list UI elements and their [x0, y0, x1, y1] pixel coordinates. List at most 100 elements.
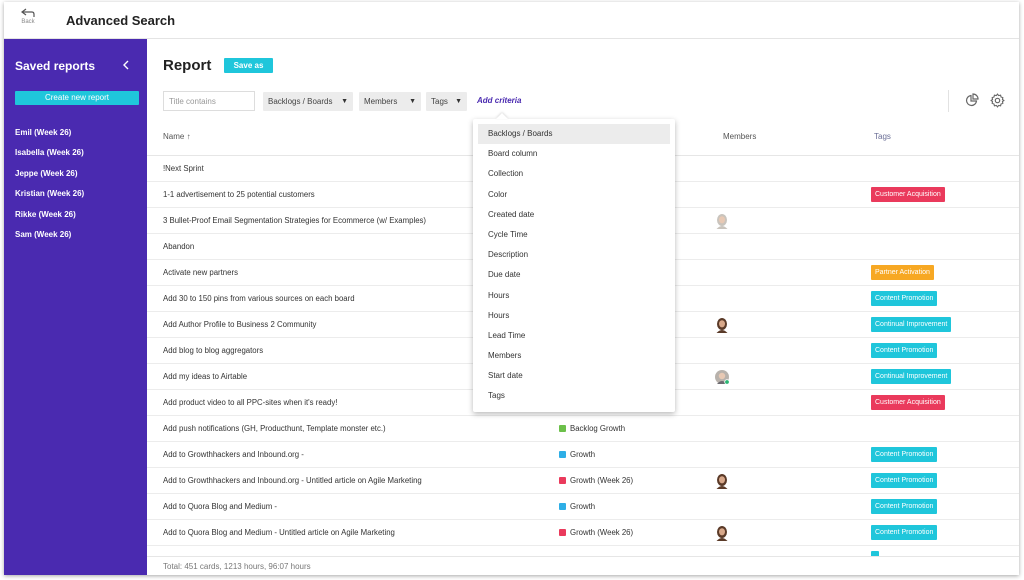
- card-name[interactable]: Add to Growthhackers and Inbound.org - U…: [163, 476, 422, 485]
- criteria-menu-item[interactable]: Collection: [478, 164, 670, 184]
- avatar-icon: [715, 370, 730, 385]
- saved-report-item[interactable]: Emil (Week 26): [15, 128, 84, 148]
- card-name[interactable]: Add to Quora Blog and Medium - Untitled …: [163, 528, 395, 537]
- tags-label: Tags: [431, 97, 448, 106]
- criteria-menu-item[interactable]: Board column: [478, 144, 670, 164]
- board-color-icon: [559, 451, 566, 458]
- member-avatar[interactable]: [715, 317, 729, 333]
- board-color-icon: [559, 425, 566, 432]
- table-row[interactable]: Add to Growthhackers and Inbound.org - U…: [147, 468, 1019, 494]
- criteria-menu-item[interactable]: Backlogs / Boards: [478, 124, 670, 145]
- card-name[interactable]: Abandon: [163, 242, 194, 251]
- toolbar-divider: [948, 90, 949, 112]
- avatar-icon: [716, 474, 728, 489]
- table-row[interactable]: Add to Growthhackers and Inbound.org - Gr…: [147, 442, 1019, 468]
- tags-filter[interactable]: Tags ▼: [426, 92, 467, 111]
- tag-badge[interactable]: Content Promotion: [871, 291, 938, 306]
- board-label: Growth (Week 26): [570, 528, 634, 537]
- members-filter[interactable]: Members ▼: [359, 92, 421, 111]
- create-new-report-button[interactable]: Create new report: [15, 91, 139, 105]
- avatar-icon: [716, 318, 728, 333]
- criteria-menu-item[interactable]: Hours: [478, 286, 670, 306]
- backlogs-boards-label: Backlogs / Boards: [268, 97, 333, 106]
- menu-pointer: [496, 113, 508, 119]
- board-cell[interactable]: Growth: [559, 450, 595, 459]
- card-name[interactable]: !Next Sprint: [163, 164, 204, 173]
- column-header-name[interactable]: Name ↑: [163, 132, 191, 141]
- member-avatar[interactable]: [715, 473, 729, 489]
- table-row[interactable]: Add to Quora Blog and Medium - Untitled …: [147, 520, 1019, 546]
- column-header-members[interactable]: Members: [723, 132, 756, 141]
- board-cell[interactable]: Backlog Growth: [559, 424, 625, 433]
- chart-button[interactable]: [964, 93, 979, 113]
- board-label: Growth: [570, 502, 596, 511]
- card-name[interactable]: Add Author Profile to Business 2 Communi…: [163, 320, 316, 329]
- criteria-menu-item[interactable]: Members: [478, 346, 670, 366]
- member-avatar[interactable]: [715, 369, 730, 385]
- saved-report-item[interactable]: Sam (Week 26): [15, 230, 84, 250]
- tag-badge[interactable]: Content Promotion: [871, 447, 938, 462]
- criteria-menu-item[interactable]: Tags: [478, 386, 670, 406]
- member-avatar[interactable]: [715, 525, 729, 541]
- saved-report-item[interactable]: Rikke (Week 26): [15, 210, 84, 230]
- criteria-menu-item[interactable]: Cycle Time: [478, 225, 670, 245]
- tag-badge[interactable]: Customer Acquisition: [871, 395, 945, 410]
- table-row[interactable]: Add to Quora Blog and Medium - Growth Cont…: [147, 494, 1019, 520]
- criteria-menu-item[interactable]: Color: [478, 185, 670, 205]
- card-name[interactable]: Add 30 to 150 pins from various sources …: [163, 294, 355, 303]
- page-title: Report: [163, 57, 212, 74]
- board-cell[interactable]: Growth: [559, 502, 595, 511]
- board-cell[interactable]: Growth (Week 26): [559, 476, 633, 485]
- saved-report-item[interactable]: Kristian (Week 26): [15, 189, 84, 209]
- tag-badge[interactable]: Customer Acquisition: [871, 187, 945, 202]
- table-row[interactable]: Add push notifications (GH, Producthunt,…: [147, 416, 1019, 442]
- tag-badge[interactable]: Content Promotion: [871, 473, 938, 488]
- saved-reports-sidebar: Saved reports Create new report Emil (We…: [4, 39, 147, 575]
- criteria-menu-item[interactable]: Due date: [478, 265, 670, 285]
- page-header-title: Advanced Search: [66, 13, 176, 28]
- card-name[interactable]: Add my ideas to Airtable: [163, 372, 247, 381]
- card-name[interactable]: Add to Quora Blog and Medium -: [163, 502, 277, 511]
- card-name[interactable]: Add product video to all PPC-sites when …: [163, 398, 337, 407]
- tag-badge[interactable]: Content Promotion: [871, 525, 938, 540]
- saved-report-item[interactable]: Jeppe (Week 26): [15, 169, 84, 189]
- card-name[interactable]: 1-1 advertisement to 25 potential custom…: [163, 190, 315, 199]
- tag-badge[interactable]: Content Promotion: [871, 343, 938, 358]
- card-name[interactable]: Add to Growthhackers and Inbound.org -: [163, 450, 304, 459]
- tag-badge[interactable]: Partner Activation: [871, 265, 934, 280]
- criteria-list: Backlogs / Boards Board column Collection C…: [473, 119, 675, 407]
- save-as-button[interactable]: Save as: [224, 58, 273, 73]
- card-name[interactable]: Activate new partners: [163, 268, 238, 277]
- add-criteria-menu: Backlogs / Boards Board column Collection C…: [473, 119, 675, 412]
- board-label: Growth: [570, 450, 596, 459]
- criteria-menu-item[interactable]: Start date: [478, 366, 670, 386]
- criteria-menu-item[interactable]: Lead Time: [478, 326, 670, 346]
- criteria-menu-item[interactable]: Created date: [478, 205, 670, 225]
- column-header-tags[interactable]: Tags: [874, 132, 891, 141]
- tag-badge[interactable]: Continual Improvement: [871, 317, 952, 332]
- title-contains-input[interactable]: [163, 91, 255, 111]
- tag-badge[interactable]: Continual Improvement: [871, 369, 952, 384]
- collapse-sidebar-button[interactable]: [122, 57, 130, 73]
- card-name[interactable]: 3 Bullet-Proof Email Segmentation Strate…: [163, 216, 426, 225]
- settings-button[interactable]: [990, 93, 1005, 113]
- report-footer: Total: 451 cards, 1213 hours, 96:07 hour…: [147, 556, 1019, 575]
- add-criteria-link[interactable]: Add criteria: [477, 96, 521, 105]
- criteria-menu-item[interactable]: Description: [478, 245, 670, 265]
- card-name[interactable]: Add push notifications (GH, Producthunt,…: [163, 424, 386, 433]
- caret-down-icon: ▼: [341, 98, 348, 105]
- board-color-icon: [559, 503, 566, 510]
- back-arrow-icon: [21, 8, 35, 17]
- saved-report-item[interactable]: Isabella (Week 26): [15, 148, 84, 168]
- backlogs-boards-filter[interactable]: Backlogs / Boards ▼: [263, 92, 353, 111]
- board-color-icon: [559, 477, 566, 484]
- card-name[interactable]: Add blog to blog aggregators: [163, 346, 263, 355]
- tag-badge[interactable]: Content Promotion: [871, 499, 938, 514]
- avatar-icon: [716, 214, 728, 229]
- back-button[interactable]: Back: [16, 8, 40, 25]
- member-avatar[interactable]: [715, 213, 729, 229]
- back-label: Back: [21, 19, 35, 25]
- criteria-menu-item[interactable]: Hours: [478, 306, 670, 326]
- board-label: Backlog Growth: [570, 424, 626, 433]
- board-cell[interactable]: Growth (Week 26): [559, 528, 633, 537]
